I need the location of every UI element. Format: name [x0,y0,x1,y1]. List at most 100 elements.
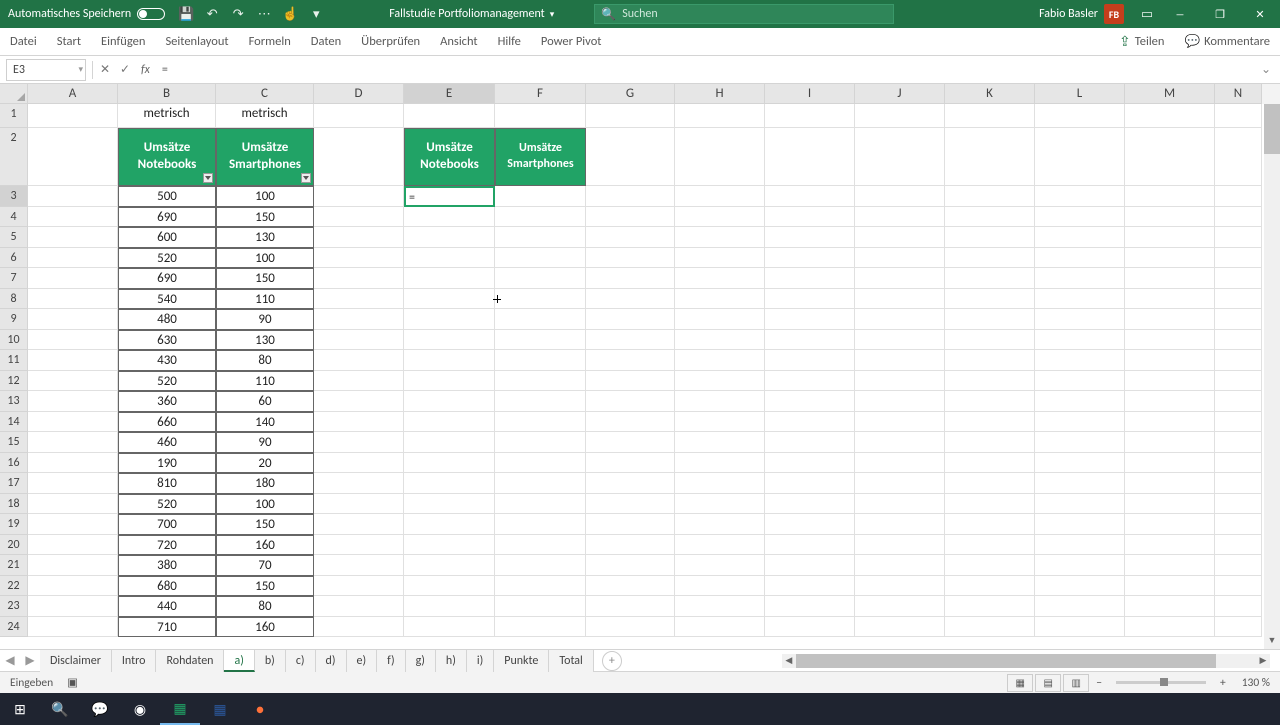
cell-E8[interactable] [404,289,495,310]
cell-L5[interactable] [1035,227,1125,248]
column-header-A[interactable]: A [28,84,118,104]
cell-L1[interactable] [1035,104,1125,128]
ribbon-tab-überprüfen[interactable]: Überprüfen [351,28,430,56]
obs-icon[interactable]: ◉ [120,693,160,725]
ribbon-tab-ansicht[interactable]: Ansicht [430,28,487,56]
cell-G15[interactable] [586,432,675,453]
row-header-9[interactable]: 9 [0,309,28,330]
cell-N14[interactable] [1215,412,1262,433]
cell-K13[interactable] [945,391,1035,412]
account[interactable]: Fabio Basler FB [1029,4,1134,24]
cell-F4[interactable] [495,207,586,228]
cell-A11[interactable] [28,350,118,371]
cell-N7[interactable] [1215,268,1262,289]
cell-M21[interactable] [1125,555,1215,576]
cell-H7[interactable] [675,268,765,289]
cell-L10[interactable] [1035,330,1125,351]
cell-I23[interactable] [765,596,855,617]
cell-E23[interactable] [404,596,495,617]
sheet-tab-h)[interactable]: h) [436,650,467,672]
cell-D8[interactable] [314,289,404,310]
row-header-12[interactable]: 12 [0,371,28,392]
cell-K16[interactable] [945,453,1035,474]
cell-C4[interactable]: 150 [216,207,314,228]
cell-A15[interactable] [28,432,118,453]
cell-A2[interactable] [28,128,118,186]
cell-K19[interactable] [945,514,1035,535]
sheet-tab-g)[interactable]: g) [406,650,436,672]
cell-B23[interactable]: 440 [118,596,216,617]
ribbon-tab-hilfe[interactable]: Hilfe [488,28,531,56]
scroll-left-icon[interactable]: ◀ [782,655,796,666]
cell-D13[interactable] [314,391,404,412]
cell-M2[interactable] [1125,128,1215,186]
cell-E7[interactable] [404,268,495,289]
cell-G16[interactable] [586,453,675,474]
cell-M19[interactable] [1125,514,1215,535]
cell-L12[interactable] [1035,371,1125,392]
row-header-15[interactable]: 15 [0,432,28,453]
cell-J20[interactable] [855,535,945,556]
cell-N12[interactable] [1215,371,1262,392]
cell-D6[interactable] [314,248,404,269]
cell-D11[interactable] [314,350,404,371]
cell-J1[interactable] [855,104,945,128]
cell-L4[interactable] [1035,207,1125,228]
vertical-scrollbar[interactable]: ▲ ▼ [1264,104,1280,649]
row-header-14[interactable]: 14 [0,412,28,433]
select-all-corner[interactable] [0,84,28,104]
cell-C7[interactable]: 150 [216,268,314,289]
cell-K11[interactable] [945,350,1035,371]
cell-I2[interactable] [765,128,855,186]
cell-H11[interactable] [675,350,765,371]
fx-icon[interactable]: fx [141,63,150,77]
zoom-level[interactable]: 130 % [1232,676,1280,690]
add-sheet-button[interactable]: + [602,651,622,671]
cell-F3[interactable] [495,186,586,207]
cell-G24[interactable] [586,617,675,638]
minimize-button[interactable]: ― [1160,0,1200,28]
cell-A13[interactable] [28,391,118,412]
cell-C23[interactable]: 80 [216,596,314,617]
cell-M1[interactable] [1125,104,1215,128]
cell-E20[interactable] [404,535,495,556]
cell-D5[interactable] [314,227,404,248]
cell-A23[interactable] [28,596,118,617]
cell-L2[interactable] [1035,128,1125,186]
sheet-tab-i)[interactable]: i) [467,650,494,672]
cell-N13[interactable] [1215,391,1262,412]
cell-G10[interactable] [586,330,675,351]
cell-E6[interactable] [404,248,495,269]
cell-M11[interactable] [1125,350,1215,371]
row-header-6[interactable]: 6 [0,248,28,269]
cell-J6[interactable] [855,248,945,269]
cell-K18[interactable] [945,494,1035,515]
cell-D24[interactable] [314,617,404,638]
sheet-tab-e)[interactable]: e) [347,650,378,672]
cell-H23[interactable] [675,596,765,617]
cell-H21[interactable] [675,555,765,576]
cell-E11[interactable] [404,350,495,371]
cell-M16[interactable] [1125,453,1215,474]
customize-icon[interactable]: ▾ [306,4,326,24]
column-header-E[interactable]: E [404,84,495,104]
cell-A7[interactable] [28,268,118,289]
filename[interactable]: Fallstudie Portfoliomanagement ▾ [389,7,554,21]
cell-N22[interactable] [1215,576,1262,597]
cell-L11[interactable] [1035,350,1125,371]
zoom-slider[interactable] [1116,681,1206,684]
cell-F1[interactable] [495,104,586,128]
cell-K2[interactable] [945,128,1035,186]
cell-N15[interactable] [1215,432,1262,453]
cell-A10[interactable] [28,330,118,351]
cell-J12[interactable] [855,371,945,392]
cell-K21[interactable] [945,555,1035,576]
cell-D9[interactable] [314,309,404,330]
cell-F20[interactable] [495,535,586,556]
cell-L21[interactable] [1035,555,1125,576]
row-header-7[interactable]: 7 [0,268,28,289]
cell-C22[interactable]: 150 [216,576,314,597]
cell-G4[interactable] [586,207,675,228]
cell-J11[interactable] [855,350,945,371]
cell-F18[interactable] [495,494,586,515]
